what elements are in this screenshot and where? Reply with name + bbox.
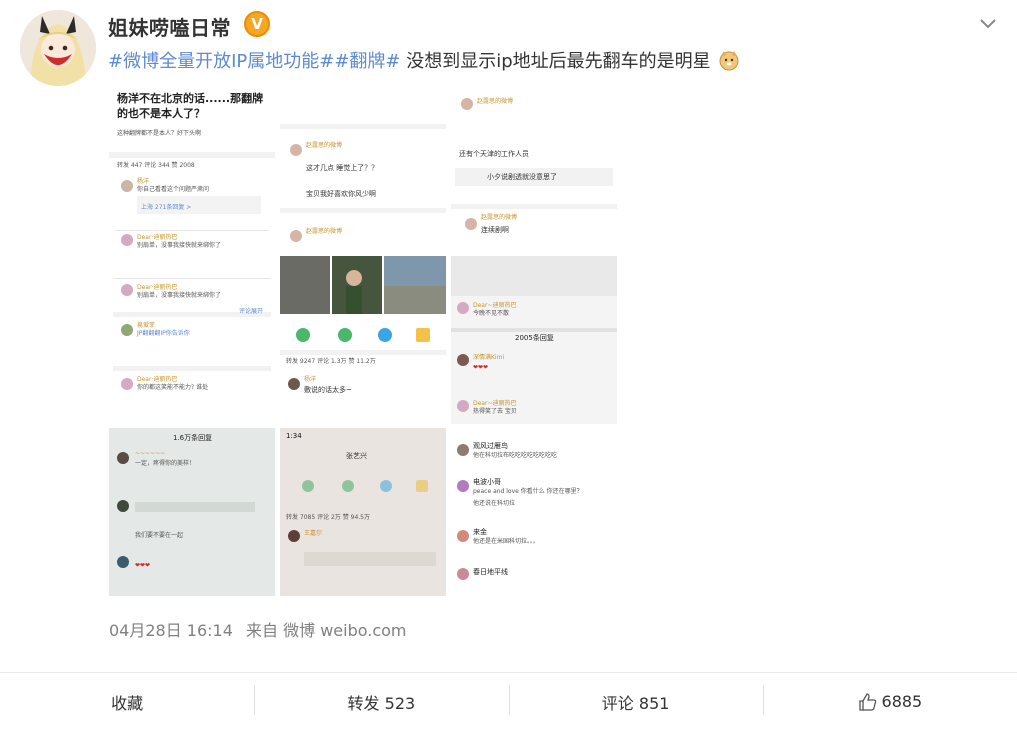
thumb-comment-text: 一定，疼得你的美样！ <box>135 460 196 467</box>
thumb-comment-name: Dear·迪丽热巴 <box>137 284 178 291</box>
thumb-comment-name: Dear·迪丽热巴 <box>137 376 178 383</box>
thumb-comment-name: Dear~迪丽热巴 <box>473 302 517 309</box>
post-text: #微博全量开放IP属地功能##翻牌# 没想到显示ip地址后最先翻车的是明星 <box>108 47 740 73</box>
thumb-text: 还有个天津的工作人员 <box>459 150 529 158</box>
post-time[interactable]: 04月28日 16:14 <box>109 621 233 640</box>
image-grid: 杨洋不在北京的话......那翻牌的也不是本人了？ 这种翻牌都不是本人？好下头啊… <box>109 84 617 596</box>
thumb-comment-text: 别扇单，没事我接快就来绑你了 <box>137 292 222 299</box>
thumb-comment-name: 易爱菲 <box>137 322 156 329</box>
photo-collage-icon <box>280 256 446 314</box>
thumb-comment-text: 你自己看看这个问题严肃问 <box>137 186 210 193</box>
post-image-2[interactable]: 赵露思的微博 这才几点 睡觉上了？？ 宝贝我好喜欢你风少啊 赵露思的微博 <box>280 84 446 252</box>
post-body: 没想到显示ip地址后最先翻车的是明星 <box>406 51 711 72</box>
repost-button[interactable]: 转发 523 <box>254 673 508 730</box>
post-image-7[interactable]: 1.6万条回复 ~~~~~~ 一定，疼得你的美样！ 我们要不要在一起 ❤❤❤ <box>109 428 275 596</box>
thumb-comment-text: JP翻翻翻IP你告诉你 <box>137 330 190 337</box>
thumb-comment-name: 赵露思的微博 <box>481 214 518 221</box>
post-source: 来自 微博 weibo.com <box>246 621 407 640</box>
thumb-comment-name: 观风过雁鸟 <box>473 442 508 450</box>
post-image-1[interactable]: 杨洋不在北京的话......那翻牌的也不是本人了？ 这种翻牌都不是本人？好下头啊… <box>109 84 275 252</box>
thumbs-up-icon <box>858 692 876 711</box>
thumb-comment-name: 电波小哥 <box>473 478 501 486</box>
thumb-more: 评论展开 <box>239 308 264 315</box>
post-meta: 04月28日 16:14 来自 微博 weibo.com <box>109 617 407 641</box>
thumb-text: 连续剧啊 <box>481 226 509 234</box>
verified-badge-icon: V <box>244 11 270 37</box>
post-image-5[interactable]: 转发 9247 评论 1.3万 赞 11.2万 杨洋 敷说的话太多~ <box>280 256 446 424</box>
thumb-tabs: 转发 9247 评论 1.3万 赞 11.2万 <box>286 358 376 365</box>
thumb-comment-name: Dear~迪丽热巴 <box>473 400 517 407</box>
thumb-tabs: 转发 447 评论 344 赞 2008 <box>117 162 195 169</box>
thumb-comment-text: 这才几点 睡觉上了？？ <box>306 164 379 172</box>
thumb-comment-text: peace and love 你看什么 你还在哪里？ <box>473 488 583 495</box>
thumb-comment-name: 王嘉尔 <box>304 530 323 537</box>
hashtag-link[interactable]: #微博全量开放IP属地功能# <box>108 51 334 72</box>
collect-button[interactable]: 收藏 <box>0 673 254 730</box>
thumb-comment-name: 赵露思的微博 <box>306 228 343 235</box>
doge-emoji-icon <box>719 51 739 71</box>
thumb-title: 1.6万条回复 <box>173 434 213 442</box>
hashtag-link[interactable]: #翻牌# <box>334 51 400 72</box>
like-button[interactable]: 6885 <box>762 673 1017 730</box>
thumb-comment-text: 别扇单，没事我接快就来绑你了 <box>137 242 222 249</box>
post-image-3[interactable]: 赵露思的微博 还有个天津的工作人员 小夕说剧透就没意思了 赵露思的微博 连续剧啊 <box>451 84 617 252</box>
thumb-sub: 这种翻牌都不是本人？好下头啊 <box>117 130 202 137</box>
avatar-illustration <box>20 10 96 86</box>
thumb-comment-name: 赵露思的微博 <box>306 142 343 149</box>
thumb-comment-text: 我们要不要在一起 <box>135 532 184 539</box>
thumb-text: 今晚不见不散 <box>473 310 510 317</box>
author-name[interactable]: 姐妹唠嗑日常 <box>108 12 231 41</box>
comment-button[interactable]: 评论 851 <box>508 673 763 730</box>
thumb-comment-name: 杨洋 <box>304 376 317 383</box>
thumb-comment-name: 赵露思的微博 <box>477 98 514 105</box>
post-image-6[interactable]: Dear~迪丽热巴 今晚不见不散 2005条回复 深情满Kimi ❤❤❤ Dea… <box>451 256 617 424</box>
thumb-tabs: 转发 7085 评论 2万 赞 94.5万 <box>286 514 370 521</box>
post-image-9[interactable]: 观风过雁鸟 他在科切拉布吃吃吃吃吃吃吃吃 电波小哥 peace and love… <box>451 428 617 596</box>
thumb-text: 热得笑了去 宝贝 <box>473 408 517 415</box>
post-image-8[interactable]: 1:34 张艺兴 转发 7085 评论 2万 赞 94.5万 王嘉尔 <box>280 428 446 596</box>
thumb-comment-text: 他还是在米国科切拉。。。 <box>473 538 540 545</box>
thumb-comment-sub: 他还说在科切拉 <box>473 500 516 507</box>
thumb-comment-name: 春日地平线 <box>473 568 508 576</box>
thumb-time: 1:34 <box>286 432 302 440</box>
thumb-comment-sub: 宝贝我好喜欢你风少啊 <box>306 190 376 198</box>
thumb-comment-name: 来金 <box>473 528 487 536</box>
thumb-count: 2005条回复 <box>515 334 554 342</box>
author-avatar[interactable] <box>20 10 96 86</box>
thumb-comment-name: 杨洋 <box>137 178 150 185</box>
thumb-comment-text: 你的都这笑能不能力? 谁处 <box>137 384 209 391</box>
post-image-4[interactable]: Dear·迪丽热巴 别扇单，没事我接快就来绑你了 易爱菲 JP翻翻翻IP你告诉你… <box>109 256 275 424</box>
action-bar: 收藏 转发 523 评论 851 6885 <box>0 672 1017 730</box>
thumb-comment-sub: 上海 271条回复 > <box>141 204 192 211</box>
thumb-text: 小夕说剧透就没意思了 <box>487 173 557 181</box>
thumb-name: 张艺兴 <box>346 452 367 460</box>
thumb-comment-text: 敷说的话太多~ <box>304 386 352 394</box>
thumb-title: 杨洋不在北京的话......那翻牌的也不是本人了？ <box>117 92 264 120</box>
thumb-comment-name: Dear·迪丽热巴 <box>137 234 178 241</box>
chevron-down-icon[interactable] <box>977 12 999 34</box>
thumb-comment-text: 他在科切拉布吃吃吃吃吃吃吃吃 <box>473 452 558 459</box>
thumb-comment-name: 深情满Kimi <box>473 354 505 361</box>
